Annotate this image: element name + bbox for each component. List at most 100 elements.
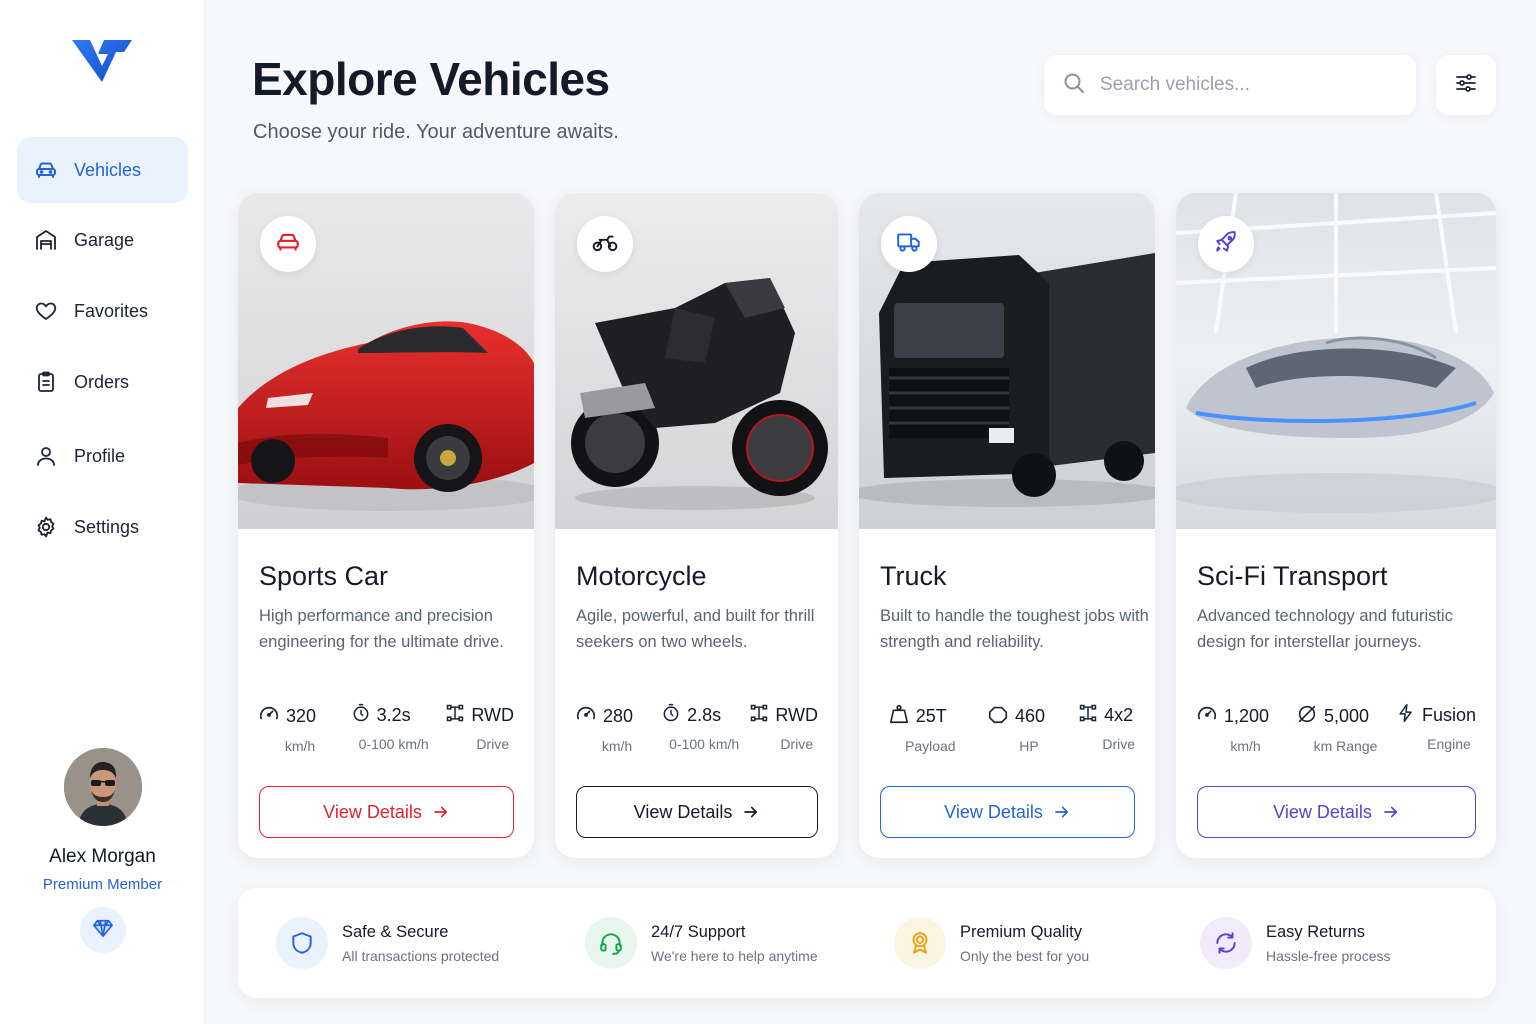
button-label: View Details [1273,801,1372,822]
feature-subtitle: Hassle-free process [1266,947,1391,964]
card-description: High performance and precision engineeri… [259,607,504,651]
sidebar-item-profile[interactable]: Profile [17,423,188,489]
feature-title: Premium Quality [960,922,1082,941]
card-description: Agile, powerful, and built for thrill se… [576,607,815,651]
spec-label: 0-100 km/h [669,736,740,752]
features-bar: Safe & Secure All transactions protected… [238,888,1496,998]
car-icon [275,229,301,260]
sidebar: Vehicles Garage Favorites Orders Profile… [0,0,205,1024]
sidebar-item-label: Garage [74,229,135,250]
spec-item: Fusion Engine [1396,703,1476,753]
vehicle-card-sci-fi-transport[interactable]: Sci-Fi Transport Advanced technology and… [1176,193,1496,858]
rocket-icon [1213,229,1239,260]
spec-list: 25T Payload 460 HP 4x2 Drive [879,703,1135,754]
spec-value: 460 [1014,706,1045,726]
feature-support: 24/7 Support We're here to help anytime [585,915,818,971]
button-label: View Details [633,801,733,822]
spec-value: RWD [471,705,514,725]
view-details-button[interactable]: View Details [576,786,818,838]
spec-list: 320 km/h 3.2s 0-100 km/h RWD Drive [258,703,514,754]
motorcycle-icon [592,229,618,260]
category-badge [260,216,316,272]
avatar[interactable] [63,748,142,826]
sidebar-item-orders[interactable]: Orders [17,349,188,415]
engine-icon [987,703,1015,730]
feature-safe-secure: Safe & Secure All transactions protected [276,915,499,971]
sidebar-item-favorites[interactable]: Favorites [17,278,188,344]
vehicle-card-truck[interactable]: Truck Built to handle the toughest jobs … [859,193,1155,858]
spec-item: 280 km/h [575,703,634,754]
user-icon [33,443,59,469]
feature-title: Safe & Secure [342,922,449,941]
spec-value: 3.2s [376,705,411,725]
spec-item: 4x2 Drive [1076,703,1135,753]
user-profile: Alex Morgan Premium Member [0,748,205,953]
spec-value: 5,000 [1323,706,1370,726]
view-details-button[interactable]: View Details [880,786,1135,838]
card-title: Truck [880,561,947,591]
spec-value: Fusion [1421,705,1476,725]
spec-label: 0-100 km/h [358,736,429,752]
spec-item: 25T Payload [879,703,956,754]
spec-value: 2.8s [687,705,722,725]
feature-title: Easy Returns [1266,922,1366,941]
premium-badge-button[interactable] [79,907,126,953]
spec-item: 460 HP [987,703,1045,754]
spec-item: RWD Drive [445,703,514,753]
spec-label: km/h [1230,738,1261,754]
spec-label: HP [1019,738,1039,754]
spec-list: 280 km/h 2.8s 0-100 km/h RWD Drive [575,703,818,754]
feature-subtitle: All transactions protected [342,947,500,964]
view-details-button[interactable]: View Details [259,786,514,838]
gear-icon [33,514,59,540]
spec-label: km/h [601,738,633,754]
category-badge [881,216,937,272]
drivetrain-icon [445,703,471,728]
sidebar-item-settings[interactable]: Settings [17,494,188,560]
sidebar-item-label: Profile [74,445,126,466]
spec-item: 3.2s 0-100 km/h [333,703,429,753]
feature-premium-quality: Premium Quality Only the best for you [894,915,1089,971]
card-title: Sports Car [259,561,389,591]
spec-label: Engine [1427,736,1471,752]
user-name: Alex Morgan [49,846,156,867]
refresh-icon [1200,917,1252,969]
spec-value: 1,200 [1224,706,1270,726]
spec-value: 280 [603,706,634,726]
vehicle-card-sports-car[interactable]: Sports Car High performance and precisio… [238,193,534,858]
arrow-right-icon [1382,803,1400,821]
heart-icon [33,298,59,324]
arrow-right-icon [1053,803,1071,821]
vehicle-card-motorcycle[interactable]: Motorcycle Agile, powerful, and built fo… [555,193,838,858]
spec-item: 320 km/h [258,703,316,754]
card-title: Sci-Fi Transport [1197,561,1388,591]
headset-icon [585,917,637,969]
brand-logo[interactable] [72,40,132,82]
truck-image [859,193,1155,529]
spec-item: 5,000 km Range [1288,703,1377,754]
view-details-button[interactable]: View Details [1197,786,1476,838]
sidebar-item-label: Orders [74,371,130,392]
arrow-right-icon [742,803,760,821]
drivetrain-icon [749,703,775,728]
sidebar-item-label: Favorites [74,300,149,321]
car-icon [33,157,59,183]
sidebar-item-garage[interactable]: Garage [17,207,188,273]
sports-car-image [238,193,534,529]
category-badge [577,216,633,272]
sidebar-item-label: Vehicles [74,159,142,180]
speedometer-icon [258,703,286,730]
sidebar-item-vehicles[interactable]: Vehicles [17,137,188,203]
speedometer-icon [575,703,603,730]
spec-value: 25T [915,706,947,726]
motorcycle-image [555,193,838,529]
search-input[interactable] [1100,74,1390,96]
spec-item: RWD Drive [749,703,818,753]
search-icon [1062,71,1086,100]
drivetrain-icon [1078,703,1104,728]
spec-label: Drive [1102,736,1135,752]
card-title: Motorcycle [576,561,707,591]
garage-icon [33,227,59,253]
sliders-icon [1454,71,1478,100]
filter-button[interactable] [1436,55,1496,115]
